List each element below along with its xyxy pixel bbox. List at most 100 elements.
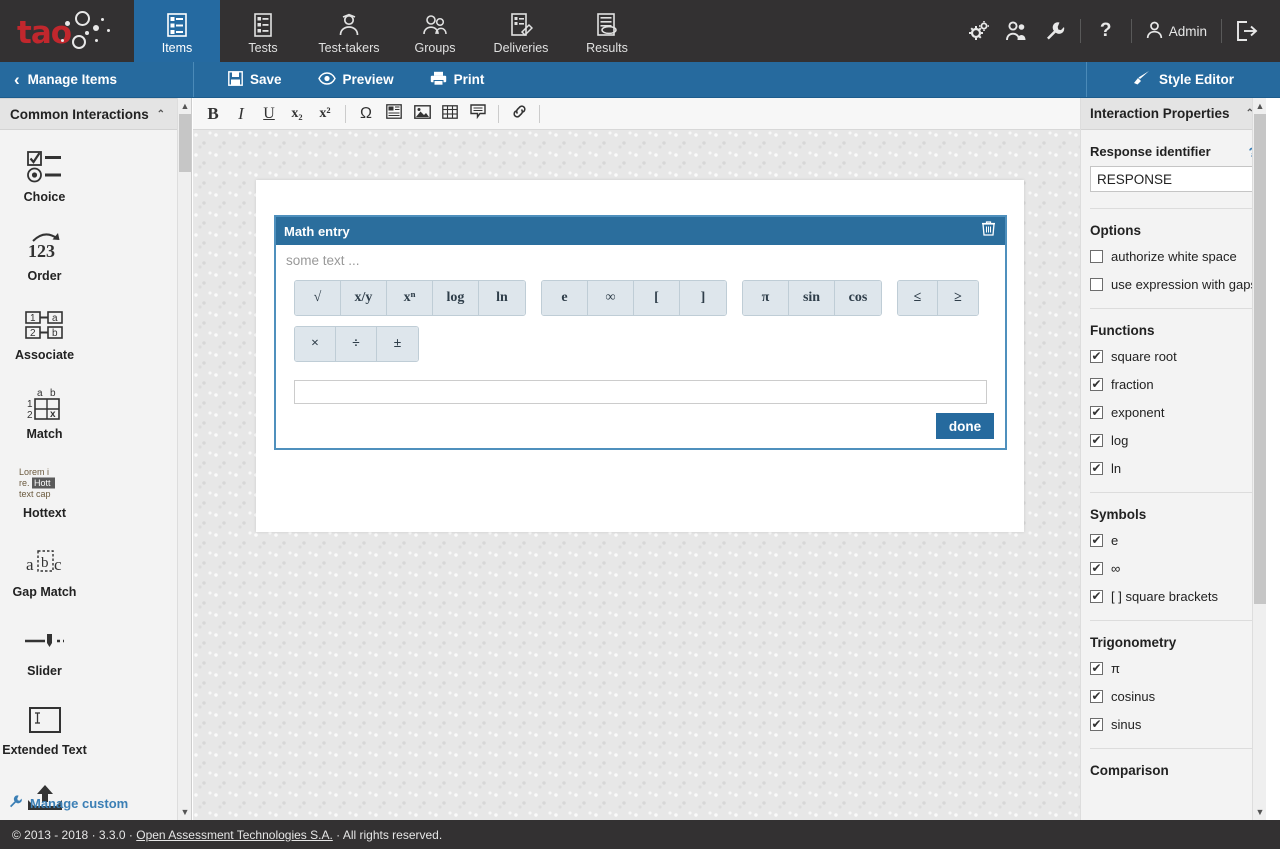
tile-hottext[interactable]: Lorem i re. Hott text cap Hottext: [0, 454, 89, 533]
checkbox-cosinus[interactable]: cosinus: [1090, 689, 1257, 704]
keypad-group-trigonometry: π sin cos: [742, 280, 882, 316]
subscript-button[interactable]: x₂: [283, 100, 311, 128]
keypad-group-functions: √ x/y xⁿ log ln: [294, 280, 526, 316]
scroll-down-arrow-icon[interactable]: ▼: [178, 804, 192, 820]
nav-tab-items[interactable]: Items: [134, 0, 220, 62]
special-character-button[interactable]: Ω: [352, 100, 380, 128]
key-log[interactable]: log: [433, 281, 479, 315]
key-fraction[interactable]: x/y: [341, 281, 387, 315]
superscript-button[interactable]: x²: [311, 100, 339, 128]
nav-tab-results[interactable]: Results: [564, 0, 650, 62]
key-e[interactable]: e: [542, 281, 588, 315]
tao-logo[interactable]: tao: [0, 0, 134, 62]
tile-match[interactable]: ab 12 x Match: [0, 375, 89, 454]
nav-tab-deliveries[interactable]: Deliveries: [478, 0, 564, 62]
key-divide[interactable]: ÷: [336, 327, 377, 361]
key-sin[interactable]: sin: [789, 281, 835, 315]
checkbox-label: ln: [1111, 461, 1122, 476]
settings-gears-icon[interactable]: [960, 0, 998, 62]
math-answer-input[interactable]: [294, 380, 987, 404]
nav-divider-1: [1079, 19, 1081, 43]
key-infinity[interactable]: ∞: [588, 281, 634, 315]
scroll-down-arrow-icon[interactable]: ▼: [1253, 804, 1266, 820]
math-widget-prompt-text[interactable]: some text ...: [276, 245, 1005, 270]
style-editor-tab[interactable]: Style Editor: [1086, 62, 1280, 97]
top-navigation-bar: tao Items Tests Test-takers Groups Deliv…: [0, 0, 1280, 62]
tile-extended-text[interactable]: Extended Text: [0, 691, 89, 770]
math-entry-interaction-widget[interactable]: Math entry some text ... √ x/y xⁿ log ln: [274, 215, 1007, 450]
nav-tab-tests[interactable]: Tests: [220, 0, 306, 62]
user-menu-admin[interactable]: Admin: [1138, 0, 1215, 62]
tile-slider[interactable]: Slider: [0, 612, 89, 691]
tile-associate-label: Associate: [14, 348, 75, 362]
key-greater-or-equal[interactable]: ≥: [938, 281, 978, 315]
checkbox-fraction[interactable]: fraction: [1090, 377, 1257, 392]
checkbox-square-brackets[interactable]: [ ] square brackets: [1090, 589, 1257, 604]
sidebar-section-common-interactions[interactable]: Common Interactions ⌃: [0, 98, 177, 130]
media-object-button[interactable]: [380, 100, 408, 128]
table-button[interactable]: [436, 100, 464, 128]
checkbox-ln[interactable]: ln: [1090, 461, 1257, 476]
footer-company-link[interactable]: Open Assessment Technologies S.A.: [136, 828, 333, 842]
response-identifier-input[interactable]: [1090, 166, 1257, 192]
checkbox-authorize-white-space[interactable]: authorize white space: [1090, 249, 1257, 264]
image-button[interactable]: [408, 100, 436, 128]
wrench-icon[interactable]: [1036, 0, 1074, 62]
properties-panel-header[interactable]: Interaction Properties ⌃: [1081, 98, 1266, 130]
sidebar-scrollbar-thumb[interactable]: [179, 114, 191, 172]
checkbox-symbol-e[interactable]: e: [1090, 533, 1257, 548]
svg-text:b: b: [50, 388, 56, 399]
tile-choice[interactable]: Choice: [0, 138, 89, 217]
trash-icon[interactable]: [982, 221, 995, 241]
user-roles-icon[interactable]: [998, 0, 1036, 62]
back-to-manage-items-button[interactable]: ‹ Manage Items: [0, 62, 194, 97]
tile-order[interactable]: 123 Order: [0, 217, 89, 296]
help-question-icon[interactable]: ?: [1087, 0, 1125, 62]
svg-text:Hott: Hott: [34, 478, 51, 488]
key-multiply[interactable]: ×: [295, 327, 336, 361]
manage-custom-link[interactable]: Manage custom: [0, 794, 177, 812]
nav-tab-test-takers[interactable]: Test-takers: [306, 0, 392, 62]
key-pi[interactable]: π: [743, 281, 789, 315]
comment-button[interactable]: [464, 100, 492, 128]
save-button[interactable]: Save: [210, 62, 300, 98]
scroll-up-arrow-icon[interactable]: ▲: [178, 98, 192, 114]
svg-text:a: a: [26, 555, 34, 574]
nav-tab-groups[interactable]: Groups: [392, 0, 478, 62]
checkbox-label: authorize white space: [1111, 249, 1237, 264]
italic-button[interactable]: I: [227, 100, 255, 128]
print-button[interactable]: Print: [412, 62, 503, 98]
checkbox-symbol-infinity[interactable]: ∞: [1090, 561, 1257, 576]
checkbox-pi[interactable]: π: [1090, 661, 1257, 676]
underline-button[interactable]: U: [255, 100, 283, 128]
logo-dot-4: [85, 31, 89, 35]
scroll-up-arrow-icon[interactable]: ▲: [1253, 98, 1266, 114]
key-less-or-equal[interactable]: ≤: [898, 281, 938, 315]
checkbox-log[interactable]: log: [1090, 433, 1257, 448]
checkbox-exponent[interactable]: exponent: [1090, 405, 1257, 420]
key-square-root[interactable]: √: [295, 281, 341, 315]
checkbox-use-expression-with-gaps[interactable]: use expression with gaps: [1090, 277, 1257, 292]
checkbox-square-root[interactable]: square root: [1090, 349, 1257, 364]
preview-button[interactable]: Preview: [300, 62, 412, 98]
key-ln[interactable]: ln: [479, 281, 525, 315]
tile-associate[interactable]: 1 a 2 b Associate: [0, 296, 89, 375]
key-bracket-close[interactable]: ]: [680, 281, 726, 315]
properties-scrollbar-thumb[interactable]: [1254, 114, 1266, 604]
logout-icon[interactable]: [1228, 0, 1266, 62]
bold-button[interactable]: B: [199, 100, 227, 128]
key-bracket-open[interactable]: [: [634, 281, 680, 315]
nav-divider-3: [1221, 19, 1222, 43]
sidebar-scrollbar[interactable]: ▲ ▼: [178, 98, 192, 820]
properties-scrollbar[interactable]: ▲ ▼: [1252, 98, 1266, 820]
key-exponent[interactable]: xⁿ: [387, 281, 433, 315]
results-icon: [595, 11, 619, 37]
style-editor-label: Style Editor: [1158, 72, 1234, 87]
key-plus-minus[interactable]: ±: [377, 327, 418, 361]
done-button[interactable]: done: [936, 413, 994, 439]
link-button[interactable]: [505, 100, 533, 128]
interactions-sidebar: Common Interactions ⌃ Choice 123 Order 1…: [0, 98, 178, 820]
key-cos[interactable]: cos: [835, 281, 881, 315]
tile-gap-match[interactable]: abc Gap Match: [0, 533, 89, 612]
checkbox-sinus[interactable]: sinus: [1090, 717, 1257, 732]
